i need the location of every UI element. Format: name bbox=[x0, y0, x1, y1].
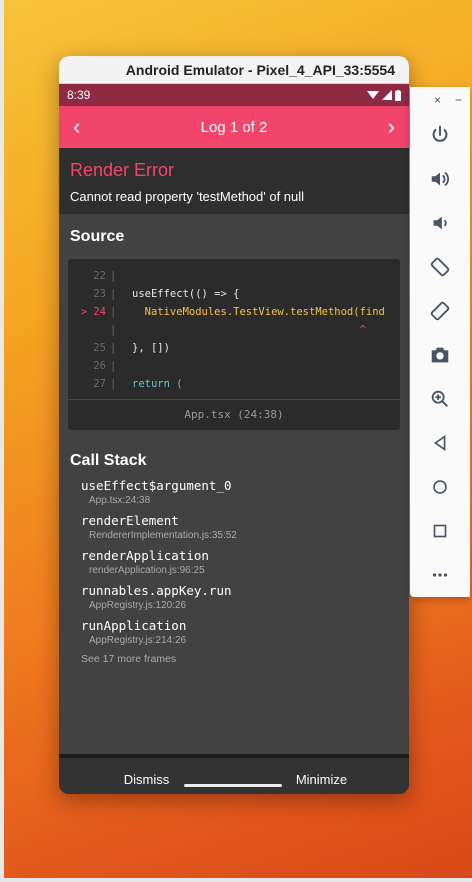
rotate-right-button[interactable] bbox=[410, 289, 470, 333]
frame-location: renderApplication.js:96:25 bbox=[89, 565, 205, 576]
power-button[interactable] bbox=[410, 113, 470, 157]
code-line: 26 | bbox=[68, 357, 400, 375]
gutter-divider: | bbox=[110, 378, 117, 390]
frame-location: App.tsx:24:38 bbox=[89, 495, 151, 506]
log-navigation: ‹ Log 1 of 2 › bbox=[59, 106, 409, 148]
stack-frame[interactable]: renderApplication renderApplication.js:96… bbox=[81, 548, 409, 576]
more-icon bbox=[432, 573, 448, 577]
toolbar-close-button[interactable]: × bbox=[434, 93, 441, 107]
line-number: 22 bbox=[93, 270, 106, 282]
stack-frame[interactable]: renderElement RendererImplementation.js:3… bbox=[81, 513, 409, 541]
rotate-right-icon bbox=[430, 301, 450, 321]
frame-function: renderElement bbox=[81, 513, 179, 528]
window-title: Android Emulator - Pixel_4_API_33:5554 bbox=[125, 61, 395, 78]
line-number: 26 bbox=[93, 360, 106, 372]
code-line: 27 | return ( bbox=[68, 375, 400, 393]
zoom-button[interactable] bbox=[410, 377, 470, 421]
status-icons bbox=[367, 89, 401, 101]
line-number: 23 bbox=[93, 288, 106, 300]
error-header: Render Error Cannot read property 'testM… bbox=[59, 148, 409, 214]
overview-button[interactable] bbox=[410, 509, 470, 553]
code-text: return ( bbox=[132, 378, 183, 390]
android-status-bar: 8:39 bbox=[59, 84, 409, 106]
code-text: ^ bbox=[132, 324, 366, 336]
frame-location: AppRegistry.js:214:26 bbox=[89, 635, 187, 646]
power-icon bbox=[432, 125, 448, 142]
frame-function: runnables.appKey.run bbox=[81, 583, 232, 598]
see-more-frames-button[interactable]: See 17 more frames bbox=[59, 653, 409, 665]
volume-down-icon bbox=[433, 216, 447, 230]
window-titlebar[interactable]: Android Emulator - Pixel_4_API_33:5554 bbox=[59, 56, 409, 84]
home-button[interactable] bbox=[410, 465, 470, 509]
zoom-icon bbox=[431, 390, 448, 407]
stack-frame[interactable]: useEffect$argument_0 App.tsx:24:38 bbox=[81, 478, 409, 506]
gutter-divider: | bbox=[110, 360, 117, 372]
line-number: > 24 bbox=[80, 306, 106, 318]
code-frame[interactable]: 22 | 23 | useEffect(() => { > 24 | NativeModul… bbox=[68, 259, 400, 430]
error-message: Cannot read property 'testMethod' of nul… bbox=[70, 189, 305, 204]
home-indicator[interactable] bbox=[184, 784, 282, 787]
frame-location: RendererImplementation.js:35:52 bbox=[89, 530, 237, 541]
stack-frame[interactable]: runApplication AppRegistry.js:214:26 bbox=[81, 618, 409, 646]
desktop-edge bbox=[0, 0, 4, 882]
rotate-left-icon bbox=[430, 257, 450, 277]
code-line: 23 | useEffect(() => { bbox=[68, 285, 400, 303]
code-line: > 24 | NativeModules.TestView.testMethod(… bbox=[68, 303, 400, 321]
gutter-divider: | bbox=[110, 270, 117, 282]
emulator-toolbar: × − bbox=[410, 87, 470, 597]
line-number: 25 bbox=[93, 342, 106, 354]
line-number: 27 bbox=[93, 378, 106, 390]
home-icon bbox=[433, 480, 447, 494]
code-line: 25 | }, []) bbox=[68, 339, 400, 357]
emulator-window: Android Emulator - Pixel_4_API_33:5554 8… bbox=[59, 56, 409, 794]
desktop-edge-bottom bbox=[0, 878, 472, 882]
log-title: Log 1 of 2 bbox=[200, 118, 268, 136]
next-log-button[interactable]: › bbox=[388, 116, 395, 138]
gutter-divider: | bbox=[110, 288, 117, 300]
gutter-divider: | bbox=[110, 324, 117, 336]
frame-function: renderApplication bbox=[81, 548, 209, 563]
signal-icon bbox=[382, 90, 392, 100]
more-button[interactable] bbox=[410, 553, 470, 597]
error-title: Render Error bbox=[70, 160, 175, 180]
call-stack-heading: Call Stack bbox=[70, 452, 147, 469]
code-file-location[interactable]: App.tsx (24:38) bbox=[68, 399, 400, 430]
code-text: useEffect(() => { bbox=[132, 288, 240, 300]
wifi-icon bbox=[367, 91, 379, 99]
volume-up-icon bbox=[431, 171, 449, 187]
battery-icon bbox=[395, 89, 401, 101]
code-text: NativeModules.TestView.testMethod(find bbox=[132, 306, 385, 318]
code-lines: 22 | 23 | useEffect(() => { > 24 | NativeModul… bbox=[68, 259, 400, 399]
source-heading: Source bbox=[70, 228, 125, 245]
gutter-divider: | bbox=[110, 342, 117, 354]
code-line: 22 | bbox=[68, 267, 400, 285]
prev-log-button[interactable]: ‹ bbox=[73, 116, 80, 138]
toolbar-minimize-button[interactable]: − bbox=[455, 93, 462, 107]
logbox-body[interactable]: Source 22 | 23 | useEffect(() => { > 24 | Nati… bbox=[59, 214, 409, 754]
rotate-left-button[interactable] bbox=[410, 245, 470, 289]
status-time: 8:39 bbox=[67, 88, 91, 102]
back-button[interactable] bbox=[410, 421, 470, 465]
call-stack-list: useEffect$argument_0 App.tsx:24:38 renderE… bbox=[59, 478, 409, 646]
logbox-actions: Dismiss Minimize bbox=[59, 758, 409, 794]
frame-function: runApplication bbox=[81, 618, 187, 633]
screenshot-button[interactable] bbox=[410, 333, 470, 377]
gutter-divider: | bbox=[110, 306, 117, 318]
frame-function: useEffect$argument_0 bbox=[81, 478, 232, 493]
overview-icon bbox=[433, 524, 447, 538]
back-icon bbox=[433, 434, 446, 452]
frame-location: AppRegistry.js:120:26 bbox=[89, 600, 187, 611]
camera-icon bbox=[431, 347, 449, 363]
volume-up-button[interactable] bbox=[410, 157, 470, 201]
stack-frame[interactable]: runnables.appKey.run AppRegistry.js:120:2… bbox=[81, 583, 409, 611]
code-line: | ^ bbox=[68, 321, 400, 339]
code-text: }, []) bbox=[132, 342, 170, 354]
volume-down-button[interactable] bbox=[410, 201, 470, 245]
